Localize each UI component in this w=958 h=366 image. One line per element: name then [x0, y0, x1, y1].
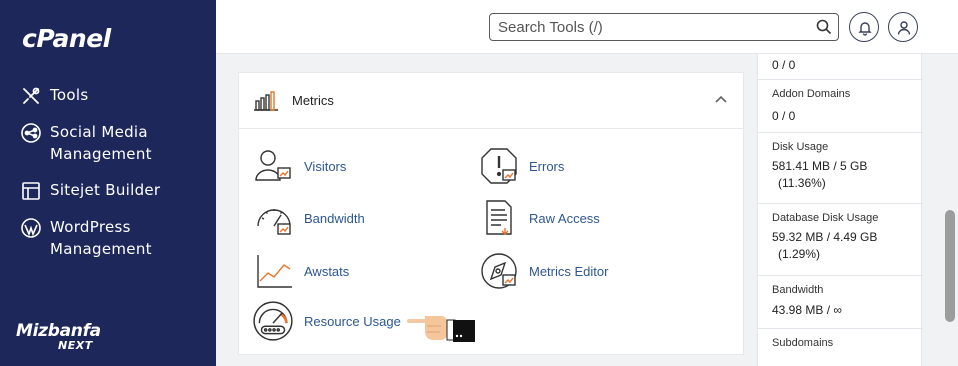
stat-value: 43.98 MB / ∞ [772, 303, 842, 317]
tool-awstats[interactable]: Awstats [254, 251, 349, 291]
stat-value: 0 / 0 [772, 58, 796, 72]
tool-errors[interactable]: Errors [479, 146, 564, 186]
tool-label: Visitors [304, 158, 347, 174]
bell-icon [858, 22, 872, 36]
sidebar-item-sitejet[interactable]: Sitejet Builder [20, 179, 210, 202]
stat-label: Database Disk Usage [772, 212, 879, 224]
tool-raw-access[interactable]: Raw Access [479, 198, 600, 238]
brand-line2: NEXT [58, 339, 93, 352]
stat-value: 581.41 MB / 5 GB [772, 159, 868, 173]
tool-label: Metrics Editor [529, 263, 609, 279]
tool-label: Errors [529, 158, 565, 174]
user-button[interactable] [888, 12, 918, 42]
errors-icon [481, 148, 517, 184]
sitejet-icon [22, 182, 40, 200]
stat-label: Disk Usage [772, 141, 829, 153]
awstats-icon [257, 255, 292, 288]
stat-value: 0 / 0 [772, 109, 796, 123]
stat-database-disk-usage: Database Disk Usage 59.32 MB / 4.49 GB (… [758, 204, 923, 276]
tool-label: Resource Usage [304, 313, 401, 329]
tool-label: Raw Access [529, 210, 600, 226]
chevron-up-icon[interactable] [715, 95, 727, 103]
stat-label: Addon Domains [772, 88, 851, 100]
sidebar-nav: Tools Social Media Management Sitejet Bu… [20, 84, 210, 274]
user-icon [897, 21, 911, 35]
sidebar-item-label: Sitejet Builder [50, 181, 161, 199]
metrics-title: Metrics [292, 93, 334, 108]
search-icon[interactable] [816, 19, 832, 35]
sidebar-item-social-media[interactable]: Social Media Management [20, 121, 210, 165]
tool-visitors[interactable]: Visitors [254, 146, 346, 186]
stat-percent: (11.36%) [778, 176, 826, 190]
stat-percent: (1.29%) [778, 247, 821, 261]
stat-addon-domains: Addon Domains 0 / 0 [758, 80, 923, 133]
brand-logo: Mizbanfa NEXT [16, 322, 106, 352]
tool-resource-usage[interactable]: Resource Usage [252, 300, 401, 342]
stats-panel: 0 / 0 Addon Domains 0 / 0 Disk Usage 581… [757, 54, 923, 366]
stat-label: Bandwidth [772, 284, 824, 296]
top-bar: Search Tools (/) [216, 0, 958, 54]
tool-bandwidth[interactable]: Bandwidth [254, 198, 365, 238]
metrics-card: Metrics Visitors Errors Bandwidth Raw Ac… [238, 72, 744, 355]
stat-row: 0 / 0 [758, 54, 923, 80]
stat-disk-usage: Disk Usage 581.41 MB / 5 GB (11.36%) [758, 133, 923, 204]
search-input[interactable]: Search Tools (/) [489, 13, 839, 41]
sidebar-item-label: Social Media Management [50, 123, 152, 163]
brand-line1: Mizbanfa [16, 321, 101, 341]
stat-value: 59.32 MB / 4.49 GB [772, 230, 878, 244]
metrics-icon [254, 91, 278, 111]
sidebar-item-wordpress[interactable]: WordPress Management [20, 216, 210, 260]
metrics-editor-icon [481, 253, 517, 289]
search-placeholder: Search Tools (/) [498, 19, 603, 36]
stat-label: Subdomains [772, 337, 834, 349]
notifications-button[interactable] [849, 12, 879, 42]
pointing-hand-icon [407, 316, 475, 342]
tool-label: Awstats [304, 263, 350, 279]
cpanel-logo[interactable]: cPanel [22, 24, 111, 53]
scrollbar-thumb[interactable] [945, 210, 955, 322]
wordpress-icon [21, 218, 41, 238]
sidebar-item-tools[interactable]: Tools [20, 84, 210, 107]
raw-access-icon [486, 200, 512, 235]
visitors-icon [255, 150, 291, 181]
bandwidth-icon [257, 209, 291, 235]
stat-subdomains: Subdomains [758, 329, 923, 366]
social-media-icon [21, 123, 41, 143]
sidebar: cPanel Tools Social Media Management Sit… [0, 0, 216, 366]
tools-icon [23, 87, 40, 104]
stat-bandwidth: Bandwidth 43.98 MB / ∞ [758, 276, 923, 329]
resource-usage-icon [253, 301, 293, 341]
tool-metrics-editor[interactable]: Metrics Editor [479, 251, 608, 291]
tool-label: Bandwidth [304, 210, 365, 226]
sidebar-item-label: Tools [50, 86, 89, 104]
metrics-card-header[interactable]: Metrics [239, 73, 743, 129]
sidebar-item-label: WordPress Management [50, 218, 152, 258]
